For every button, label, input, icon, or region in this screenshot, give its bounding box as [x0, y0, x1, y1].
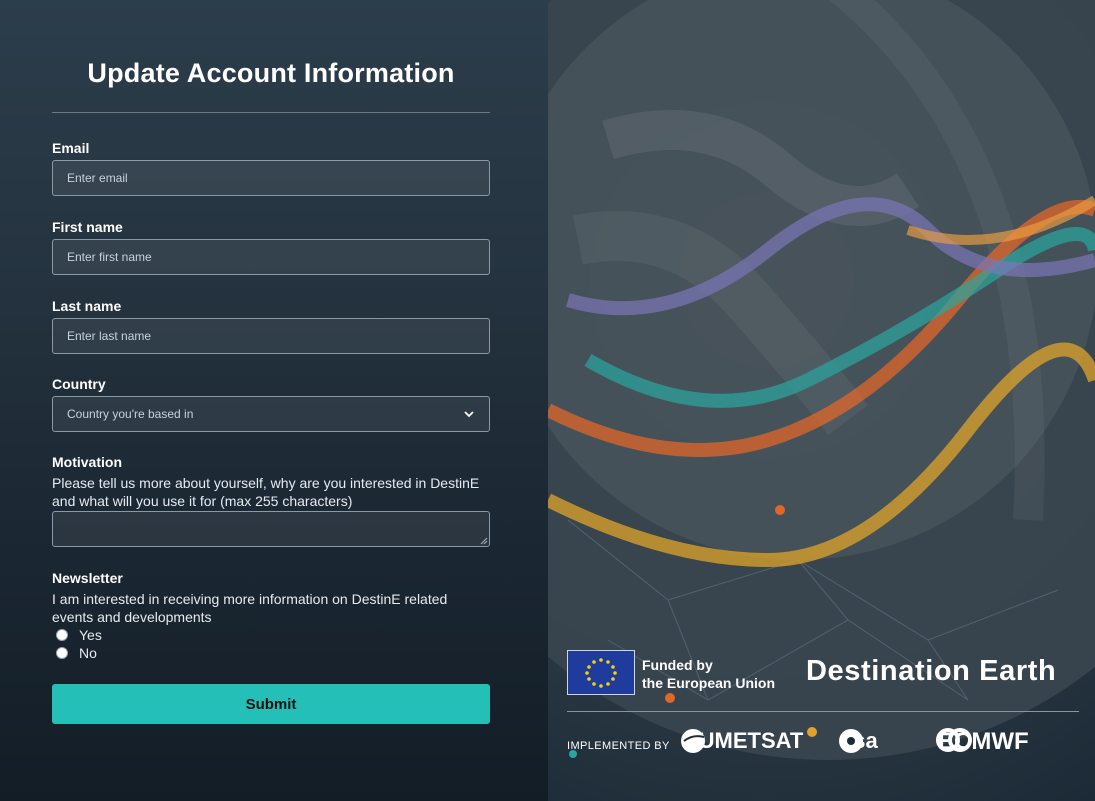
esa-logo: esa	[838, 728, 878, 754]
chevron-down-icon	[463, 408, 475, 420]
last-name-label: Last name	[52, 298, 122, 314]
funded-line-1: Funded by	[642, 657, 713, 673]
radio-no-label: No	[79, 645, 97, 661]
motivation-wrapper	[52, 511, 490, 547]
last-name-field[interactable]	[52, 318, 490, 354]
motivation-help: Please tell us more about yourself, why …	[52, 475, 480, 509]
country-label: Country	[52, 376, 106, 392]
newsletter-option-no[interactable]: No	[56, 644, 490, 662]
newsletter-option-yes[interactable]: Yes	[56, 626, 490, 644]
radio-no[interactable]	[56, 647, 68, 659]
hero-visual: Funded by the European Union Destination…	[548, 0, 1095, 801]
funded-by-text: Funded by the European Union	[642, 656, 775, 692]
eumetsat-mark-icon	[681, 729, 705, 753]
radio-yes[interactable]	[56, 629, 68, 641]
form-panel: Update Account Information Email First n…	[0, 0, 548, 801]
logo-divider	[567, 711, 1079, 712]
country-select[interactable]: Country you're based in	[52, 396, 490, 432]
eu-flag-icon	[567, 650, 635, 695]
radio-yes-label: Yes	[79, 627, 102, 643]
resize-handle-icon[interactable]	[480, 537, 488, 545]
motivation-label: Motivation	[52, 454, 122, 470]
title-divider	[52, 112, 490, 113]
eumetsat-logo: EUMETSAT	[680, 728, 803, 754]
first-name-label: First name	[52, 219, 123, 235]
email-field[interactable]	[52, 160, 490, 196]
esa-mark-icon	[839, 729, 863, 753]
ecmwf-logo: ECMWF	[936, 728, 1029, 756]
first-name-field[interactable]	[52, 239, 490, 275]
newsletter-label: Newsletter	[52, 570, 123, 586]
destination-earth-logo: Destination Earth	[806, 655, 1057, 687]
motivation-textarea[interactable]	[52, 511, 490, 547]
funded-line-2: the European Union	[642, 675, 775, 691]
ecmwf-mark-icon	[936, 728, 972, 752]
country-select-value: Country you're based in	[67, 407, 194, 421]
email-label: Email	[52, 140, 90, 156]
page-title: Update Account Information	[87, 58, 455, 88]
account-form: Update Account Information Email First n…	[52, 0, 490, 724]
newsletter-help: I am interested in receiving more inform…	[52, 591, 448, 625]
implemented-by-text: IMPLEMENTED BY	[567, 740, 670, 752]
page: Update Account Information Email First n…	[0, 0, 1095, 801]
submit-button[interactable]: Submit	[52, 684, 490, 724]
